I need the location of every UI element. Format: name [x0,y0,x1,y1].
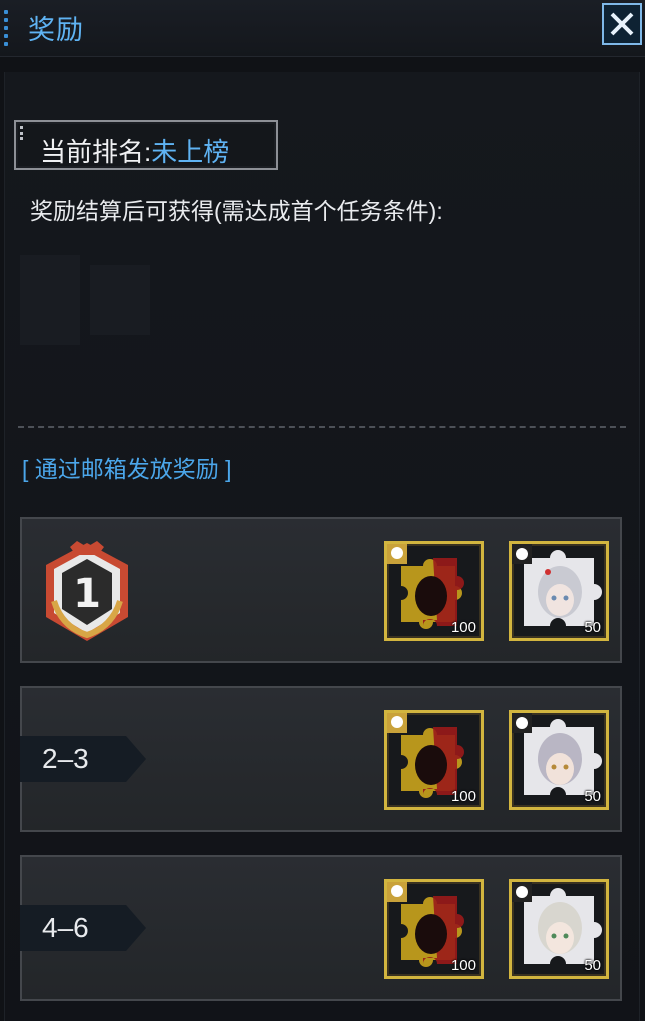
header-bar: 奖励 [0,0,645,57]
fragment-type-badge-icon [387,713,407,733]
close-button[interactable] [602,3,642,45]
reward-item[interactable]: 100 [384,710,484,810]
current-rank-box: 当前排名:未上榜 [14,120,278,170]
close-icon [610,12,634,36]
reward-item[interactable]: 100 [384,541,484,641]
character-badge-icon [512,713,532,733]
mail-delivery-note: [ 通过邮箱发放奖励 ] [22,456,232,482]
character-badge-icon [512,544,532,564]
item-quantity: 100 [450,957,476,974]
reward-description: 奖励结算后可获得(需达成首个任务条件): [30,198,443,224]
grip-icon [2,10,10,46]
reward-row-rank-4-6: 4–6 100 50 [20,855,622,1001]
page-title: 奖励 [28,15,84,45]
current-rank-text: 当前排名:未上榜 [40,132,229,169]
item-quantity: 50 [584,619,601,636]
corner-dots-icon [20,126,24,140]
reward-row-rank-2-3: 2–3 100 50 [20,686,622,832]
character-badge-icon [512,882,532,902]
reward-item[interactable]: 50 [509,710,609,810]
rank-1-number: 1 [73,571,101,617]
item-quantity: 100 [450,788,476,805]
item-quantity: 50 [584,788,601,805]
current-rank-label: 当前排名: [40,137,152,167]
rank-range-label: 2–3 [42,743,89,774]
item-quantity: 50 [584,957,601,974]
reward-item[interactable]: 50 [509,879,609,979]
reward-item[interactable]: 100 [384,879,484,979]
fragment-type-badge-icon [387,882,407,902]
background-decoration [20,255,150,345]
reward-item[interactable]: 50 [509,541,609,641]
rank-1-medal-icon: 1 [46,541,128,641]
item-quantity: 100 [450,619,476,636]
current-rank-value: 未上榜 [151,137,230,167]
divider [18,426,626,428]
rank-range-tag: 4–6 [20,905,148,951]
reward-row-rank-1: 1 100 50 [20,517,622,663]
rank-range-label: 4–6 [42,912,89,943]
rank-range-tag: 2–3 [20,736,148,782]
fragment-type-badge-icon [387,544,407,564]
